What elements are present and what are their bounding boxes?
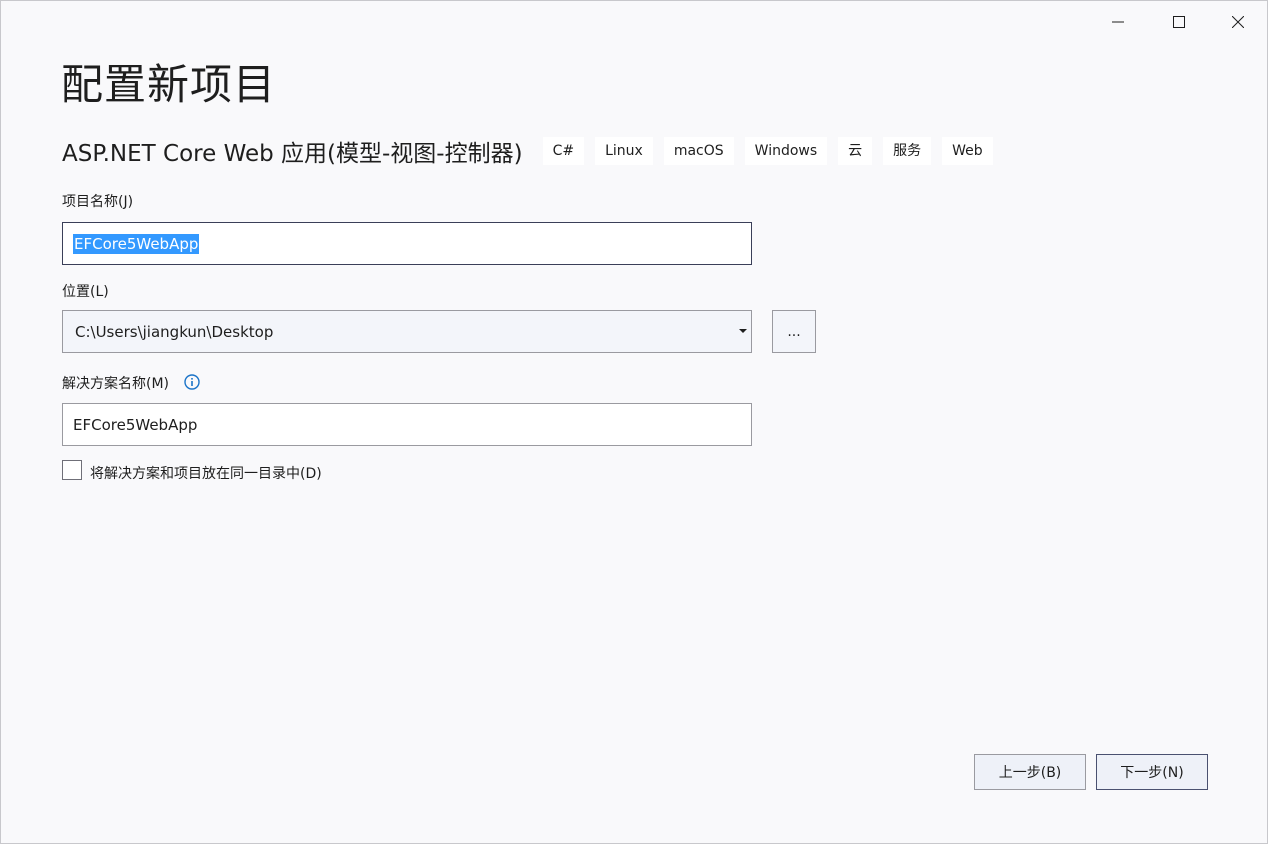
maximize-button[interactable] — [1156, 7, 1202, 37]
same-directory-checkbox[interactable] — [62, 460, 82, 480]
solution-name-value: EFCore5WebApp — [73, 415, 198, 434]
same-directory-label[interactable]: 将解决方案和项目放在同一目录中(D) — [90, 463, 322, 483]
solution-name-input[interactable]: EFCore5WebApp — [62, 403, 752, 446]
location-value: C:\Users\jiangkun\Desktop — [75, 322, 274, 341]
page-title: 配置新项目 — [61, 60, 277, 109]
minimize-icon — [1112, 21, 1124, 23]
solution-name-label: 解决方案名称(M) — [62, 376, 170, 392]
location-combobox[interactable]: C:\Users\jiangkun\Desktop — [62, 310, 752, 353]
location-label: 位置(L) — [62, 284, 109, 300]
project-name-value: EFCore5WebApp — [73, 233, 200, 254]
tag-service: 服务 — [883, 137, 932, 165]
template-header: ASP.NET Core Web 应用(模型-视图-控制器) C# Linux … — [62, 135, 1004, 167]
close-icon — [1232, 16, 1244, 28]
maximize-icon — [1173, 16, 1185, 28]
dialog-window: 配置新项目 ASP.NET Core Web 应用(模型-视图-控制器) C# … — [0, 0, 1268, 844]
tag-csharp: C# — [542, 137, 585, 165]
tag-linux: Linux — [595, 137, 653, 165]
tag-macos: macOS — [663, 137, 734, 165]
dropdown-arrow-button[interactable] — [735, 311, 751, 352]
back-button[interactable]: 上一步(B) — [974, 754, 1086, 790]
close-button[interactable] — [1215, 7, 1261, 37]
chevron-down-icon — [739, 329, 747, 333]
browse-button[interactable]: ... — [772, 310, 816, 353]
template-name: ASP.NET Core Web 应用(模型-视图-控制器) — [62, 141, 523, 167]
minimize-button[interactable] — [1095, 7, 1141, 37]
tag-web: Web — [942, 137, 993, 165]
tag-windows: Windows — [744, 137, 828, 165]
tag-cloud: 云 — [838, 137, 873, 165]
info-icon[interactable] — [184, 374, 200, 390]
project-name-label: 项目名称(J) — [62, 194, 134, 210]
next-button[interactable]: 下一步(N) — [1096, 754, 1208, 790]
project-name-input[interactable]: EFCore5WebApp — [62, 222, 752, 265]
